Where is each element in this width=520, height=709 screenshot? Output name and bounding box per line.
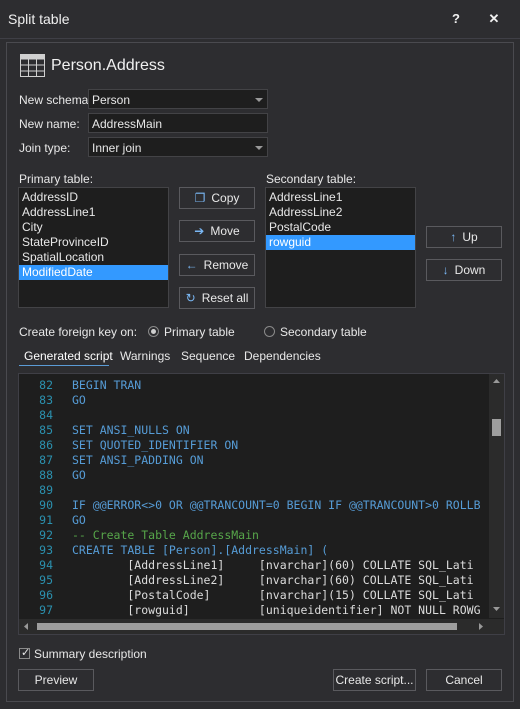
new-name-input[interactable]: AddressMain: [88, 113, 268, 133]
table-name-heading: Person.Address: [51, 57, 165, 74]
refresh-icon: ↻: [185, 291, 196, 305]
join-type-value: Inner join: [92, 141, 142, 155]
tab-generated-script[interactable]: Generated script: [24, 349, 113, 363]
active-tab-indicator: [19, 365, 109, 366]
table-icon: [20, 54, 45, 77]
up-button-label: Up: [462, 230, 478, 244]
chevron-down-icon: [255, 146, 263, 150]
preview-button[interactable]: Preview: [18, 669, 94, 691]
list-item-selected[interactable]: ModifiedDate: [19, 265, 168, 280]
secondary-table-list[interactable]: AddressLine1 AddressLine2 PostalCode row…: [265, 187, 416, 308]
new-name-value: AddressMain: [92, 117, 163, 131]
radio-primary-table-label[interactable]: Primary table: [164, 325, 235, 339]
vertical-scrollbar[interactable]: [489, 374, 504, 618]
join-type-combo[interactable]: Inner join: [88, 137, 268, 157]
primary-table-list[interactable]: AddressID AddressLine1 City StateProvinc…: [18, 187, 169, 308]
arrow-up-icon: ↑: [450, 230, 457, 244]
copy-button[interactable]: ❐ Copy: [179, 187, 255, 209]
copy-button-label: Copy: [211, 191, 240, 205]
create-script-button-label: Create script...: [335, 673, 414, 687]
vertical-scrollbar-graphic: [492, 379, 501, 611]
new-name-label: New name:: [19, 117, 80, 131]
remove-button[interactable]: ← Remove: [179, 254, 255, 276]
cancel-button[interactable]: Cancel: [426, 669, 502, 691]
foreign-key-label: Create foreign key on:: [19, 325, 138, 339]
new-schema-value: Person: [92, 93, 131, 107]
script-editor[interactable]: 82 BEGIN TRAN 83 GO 84 85 SET ANSI_NULLS ON…: [18, 373, 505, 635]
preview-button-label: Preview: [34, 673, 78, 687]
horizontal-scrollbar[interactable]: [19, 619, 489, 634]
radio-primary-table[interactable]: [148, 326, 159, 337]
move-button[interactable]: ➔ Move: [179, 220, 255, 242]
move-button-label: Move: [210, 224, 240, 238]
title-bar: Split table ? ✕: [0, 0, 520, 39]
join-type-label: Join type:: [19, 141, 71, 155]
list-item[interactable]: AddressLine2: [266, 205, 415, 220]
new-schema-label: New schema:: [19, 93, 92, 107]
list-item[interactable]: SpatialLocation: [19, 250, 168, 265]
remove-button-label: Remove: [203, 258, 249, 272]
horizontal-scrollbar-graphic: [24, 623, 483, 630]
list-item[interactable]: AddressLine1: [19, 205, 168, 220]
up-button[interactable]: ↑ Up: [426, 226, 502, 248]
arrow-down-icon: ↓: [442, 263, 449, 277]
cancel-button-label: Cancel: [445, 673, 483, 687]
chevron-down-icon: [255, 98, 263, 102]
secondary-table-label: Secondary table:: [266, 172, 357, 186]
primary-table-label: Primary table:: [19, 172, 94, 186]
down-button[interactable]: ↓ Down: [426, 259, 502, 281]
arrow-left-icon: ←: [185, 258, 198, 272]
scroll-corner: [489, 619, 504, 634]
summary-checkbox[interactable]: ✓: [19, 647, 31, 659]
help-button[interactable]: ?: [442, 8, 470, 30]
list-item[interactable]: StateProvinceID: [19, 235, 168, 250]
list-item[interactable]: AddressID: [19, 190, 168, 205]
summary-checkbox-label[interactable]: Summary description: [34, 647, 147, 661]
radio-secondary-table-label[interactable]: Secondary table: [280, 325, 367, 339]
check-icon: ✓: [21, 647, 31, 659]
copy-icon: ❐: [194, 191, 206, 205]
dialog-content: Person.Address New schema: Person New na…: [6, 42, 514, 702]
reset-all-button-label: Reset all: [201, 291, 249, 305]
tab-dependencies[interactable]: Dependencies: [244, 349, 321, 363]
reset-all-button[interactable]: ↻ Reset all: [179, 287, 255, 309]
list-item[interactable]: City: [19, 220, 168, 235]
down-button-label: Down: [454, 263, 486, 277]
create-script-button[interactable]: Create script...: [333, 669, 416, 691]
tab-sequence[interactable]: Sequence: [181, 349, 235, 363]
list-item-selected[interactable]: rowguid: [266, 235, 415, 250]
radio-secondary-table[interactable]: [264, 326, 275, 337]
window-title: Split table: [8, 11, 70, 27]
tab-warnings[interactable]: Warnings: [120, 349, 170, 363]
close-button[interactable]: ✕: [480, 8, 508, 30]
new-schema-combo[interactable]: Person: [88, 89, 268, 109]
list-item[interactable]: AddressLine1: [266, 190, 415, 205]
list-item[interactable]: PostalCode: [266, 220, 415, 235]
arrow-right-icon: ➔: [194, 224, 205, 238]
